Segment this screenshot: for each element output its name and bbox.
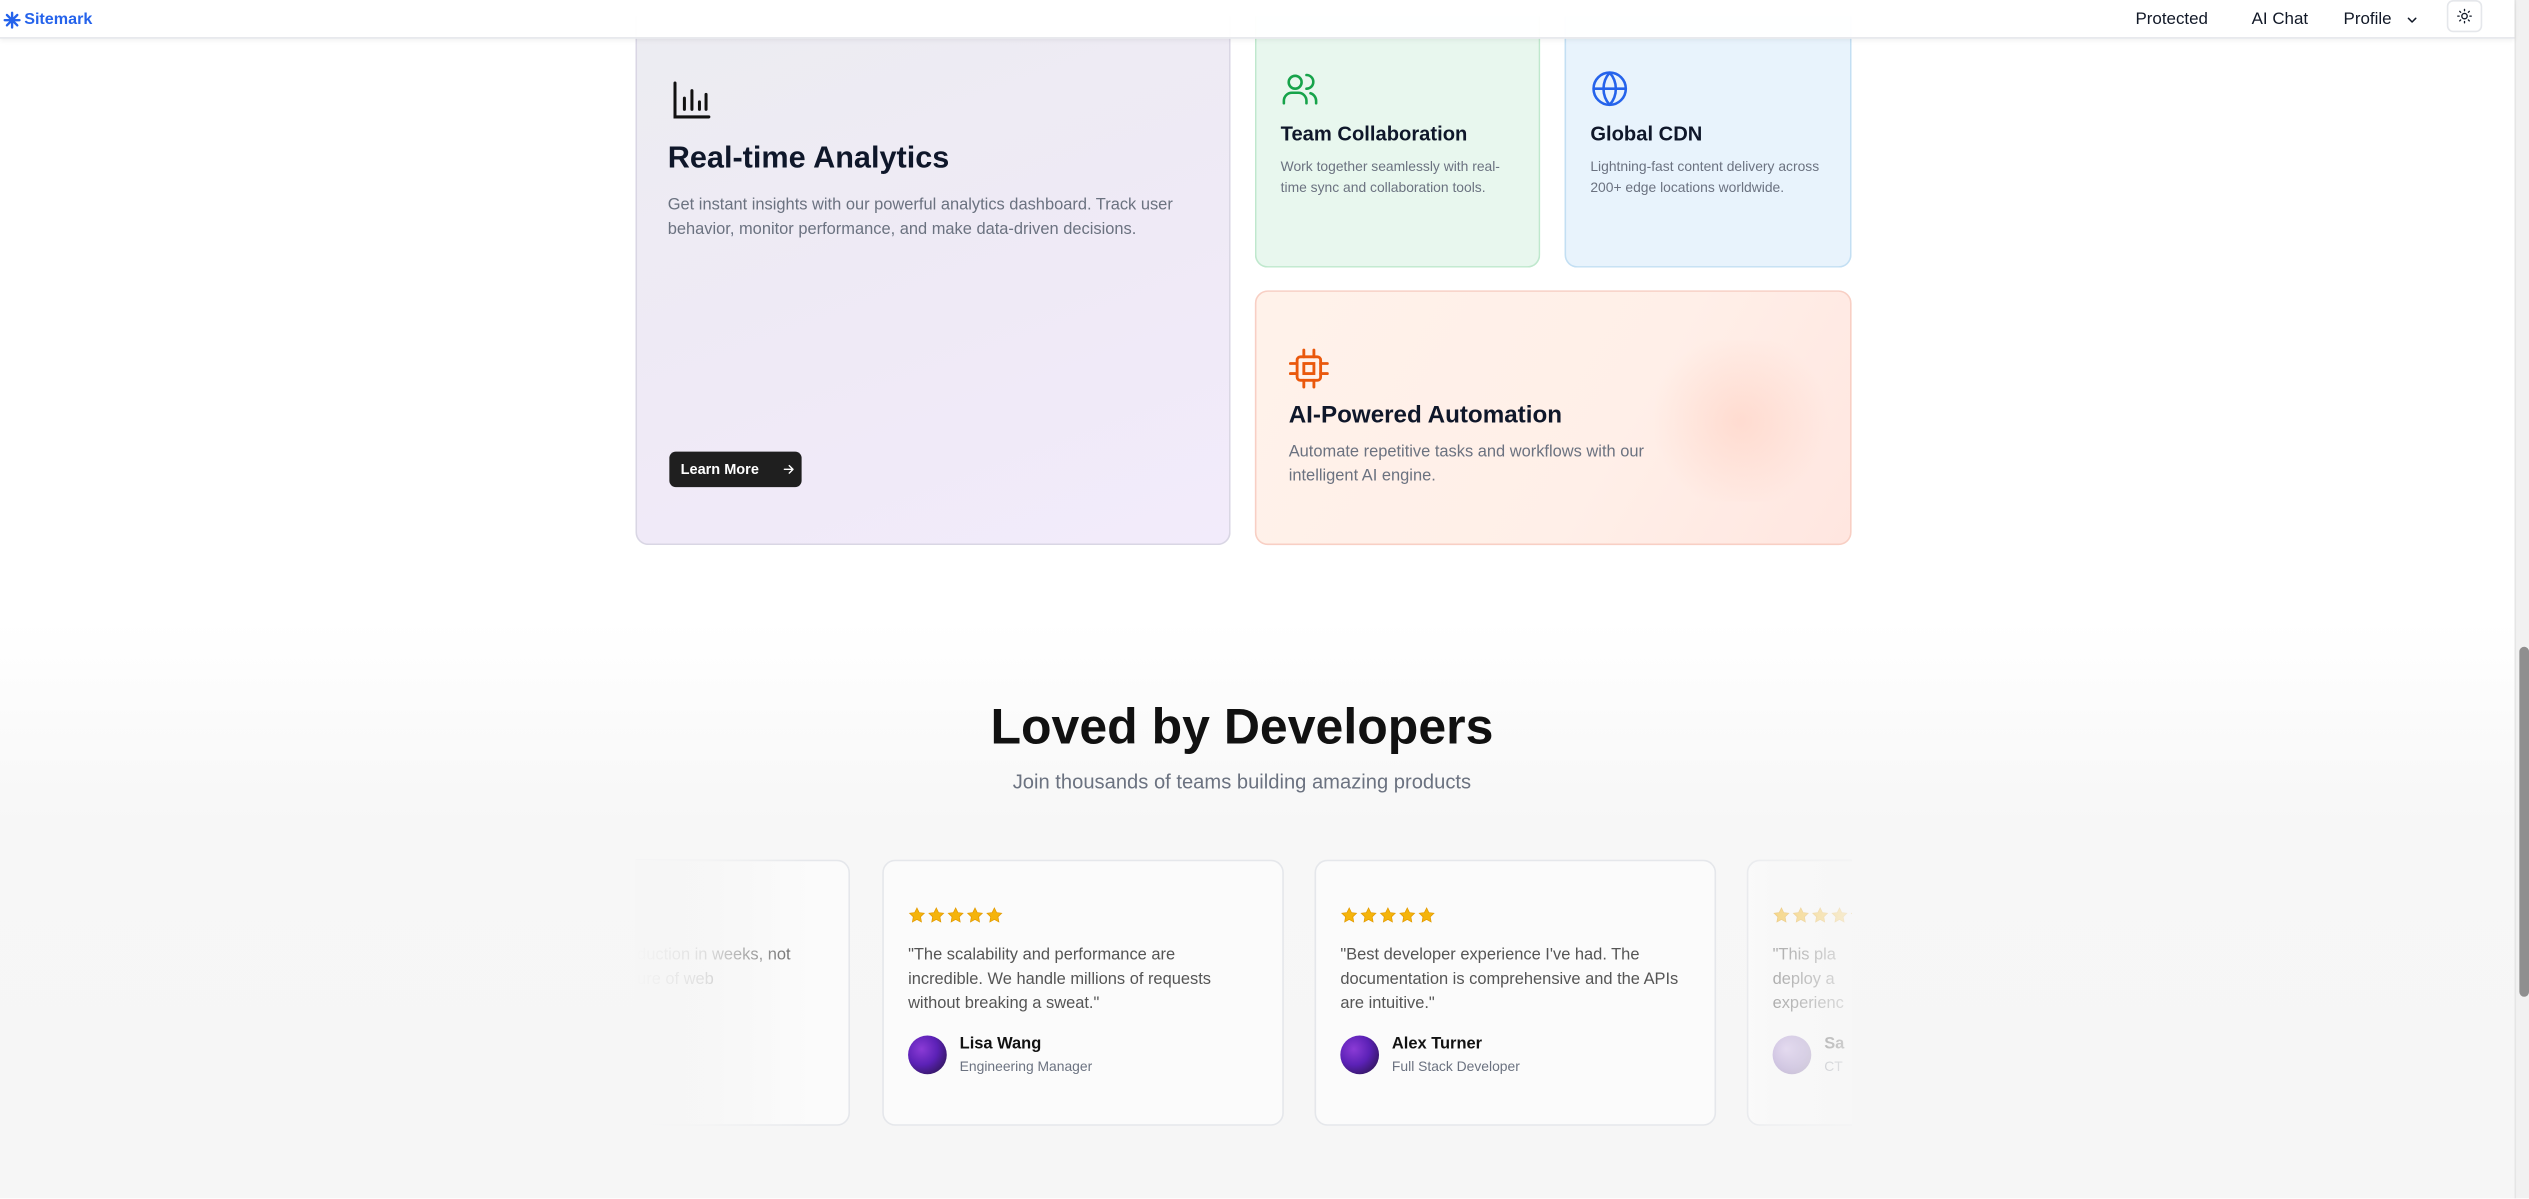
analytics-title: Real-time Analytics (667, 141, 950, 176)
testimonial-quote: "This pla deploy a experienc (1772, 946, 1844, 1013)
nav-profile-menu[interactable]: Profile (2344, 6, 2419, 32)
testimonial-author-role: Engineering Manager (959, 1058, 1093, 1075)
star-icon (1850, 912, 1852, 914)
testimonial-card: "Best developer experience I've had. The… (1314, 859, 1717, 1126)
star-icon (1831, 907, 1848, 923)
star-icon (1360, 907, 1377, 923)
testimonials-title: Loved by Developers (990, 698, 1494, 755)
logo[interactable]: Sitemark (3, 6, 92, 32)
scrollbar-thumb[interactable] (2519, 646, 2529, 997)
rating-stars (1340, 906, 1435, 924)
global-cdn-description: Lightning-fast content delivery across 2… (1590, 158, 1820, 195)
star-icon (947, 907, 964, 923)
star-icon (986, 907, 1003, 923)
testimonial-author-role: CT (1824, 1058, 1843, 1075)
testimonials-carousel[interactable]: duction in weeks, not ure of web "The sc… (635, 859, 1852, 1134)
theme-toggle-button[interactable] (2446, 0, 2483, 33)
testimonial-author-name: Lisa Wang (959, 1035, 1042, 1054)
testimonials-section: Loved by Developers Join thousands of te… (0, 620, 2515, 1199)
testimonial-quote: "The scalability and performance are inc… (908, 946, 1211, 1013)
page-scrollbar[interactable] (2514, 0, 2529, 1199)
nav-link-protected[interactable]: Protected (2135, 6, 2208, 32)
star-icon (1341, 907, 1358, 923)
cpu-icon (1288, 348, 1329, 389)
star-icon (908, 907, 926, 923)
testimonial-card: "The scalability and performance are inc… (882, 859, 1284, 1126)
chevron-down-icon (2407, 16, 2417, 22)
testimonial-card: "This pla deploy a experienc Sa CT (1746, 859, 1852, 1126)
nav-link-ai-chat[interactable]: AI Chat (2252, 6, 2309, 32)
analytics-description: Get instant insights with our powerful a… (667, 196, 1173, 240)
nav-profile-label: Profile (2343, 9, 2392, 30)
testimonial-author-name: Alex Turner (1391, 1035, 1483, 1054)
ai-automation-description: Automate repetitive tasks and workflows … (1288, 443, 1644, 486)
team-collaboration-title: Team Collaboration (1280, 122, 1468, 146)
testimonial-author-name: Sa (1824, 1035, 1845, 1054)
arrow-right-icon (782, 464, 793, 474)
star-icon (1399, 907, 1416, 923)
analytics-feature-card: Real-time Analytics Get instant insights… (635, 16, 1231, 546)
rating-stars (908, 906, 1003, 924)
ai-automation-title: AI-Powered Automation (1288, 401, 1563, 430)
global-cdn-card: Global CDN Lightning-fast content delive… (1564, 16, 1852, 268)
testimonial-quote: "Best developer experience I've had. The… (1340, 946, 1679, 1013)
star-icon (1812, 907, 1829, 923)
testimonial-author-role: Full Stack Developer (1391, 1058, 1520, 1075)
logo-icon (3, 10, 21, 28)
star-icon (1379, 907, 1397, 923)
bar-chart-icon (673, 81, 711, 119)
learn-more-button[interactable]: Learn More (669, 451, 802, 488)
team-collaboration-description: Work together seamlessly with real-time … (1280, 158, 1500, 195)
global-cdn-title: Global CDN (1590, 122, 1703, 146)
star-icon (1418, 907, 1435, 923)
star-icon (966, 907, 984, 923)
avatar (1340, 1035, 1380, 1075)
testimonial-card: duction in weeks, not ure of web (635, 859, 850, 1126)
top-navbar: Sitemark Protected AI Chat Profile (0, 0, 2515, 39)
team-collaboration-card: Team Collaboration Work together seamles… (1254, 16, 1541, 268)
star-icon (1792, 907, 1809, 923)
testimonials-subtitle: Join thousands of teams building amazing… (1012, 770, 1472, 794)
learn-more-label: Learn More (680, 461, 759, 478)
sun-icon (2457, 8, 2472, 24)
users-icon (1282, 73, 1318, 105)
star-icon (928, 907, 945, 923)
globe-icon (1592, 71, 1628, 107)
avatar (908, 1035, 947, 1075)
ai-automation-card: AI-Powered Automation Automate repetitiv… (1254, 290, 1852, 546)
logo-text: Sitemark (24, 10, 93, 29)
rating-stars (1773, 906, 1852, 924)
star-icon (1773, 907, 1790, 923)
avatar (1772, 1035, 1812, 1075)
